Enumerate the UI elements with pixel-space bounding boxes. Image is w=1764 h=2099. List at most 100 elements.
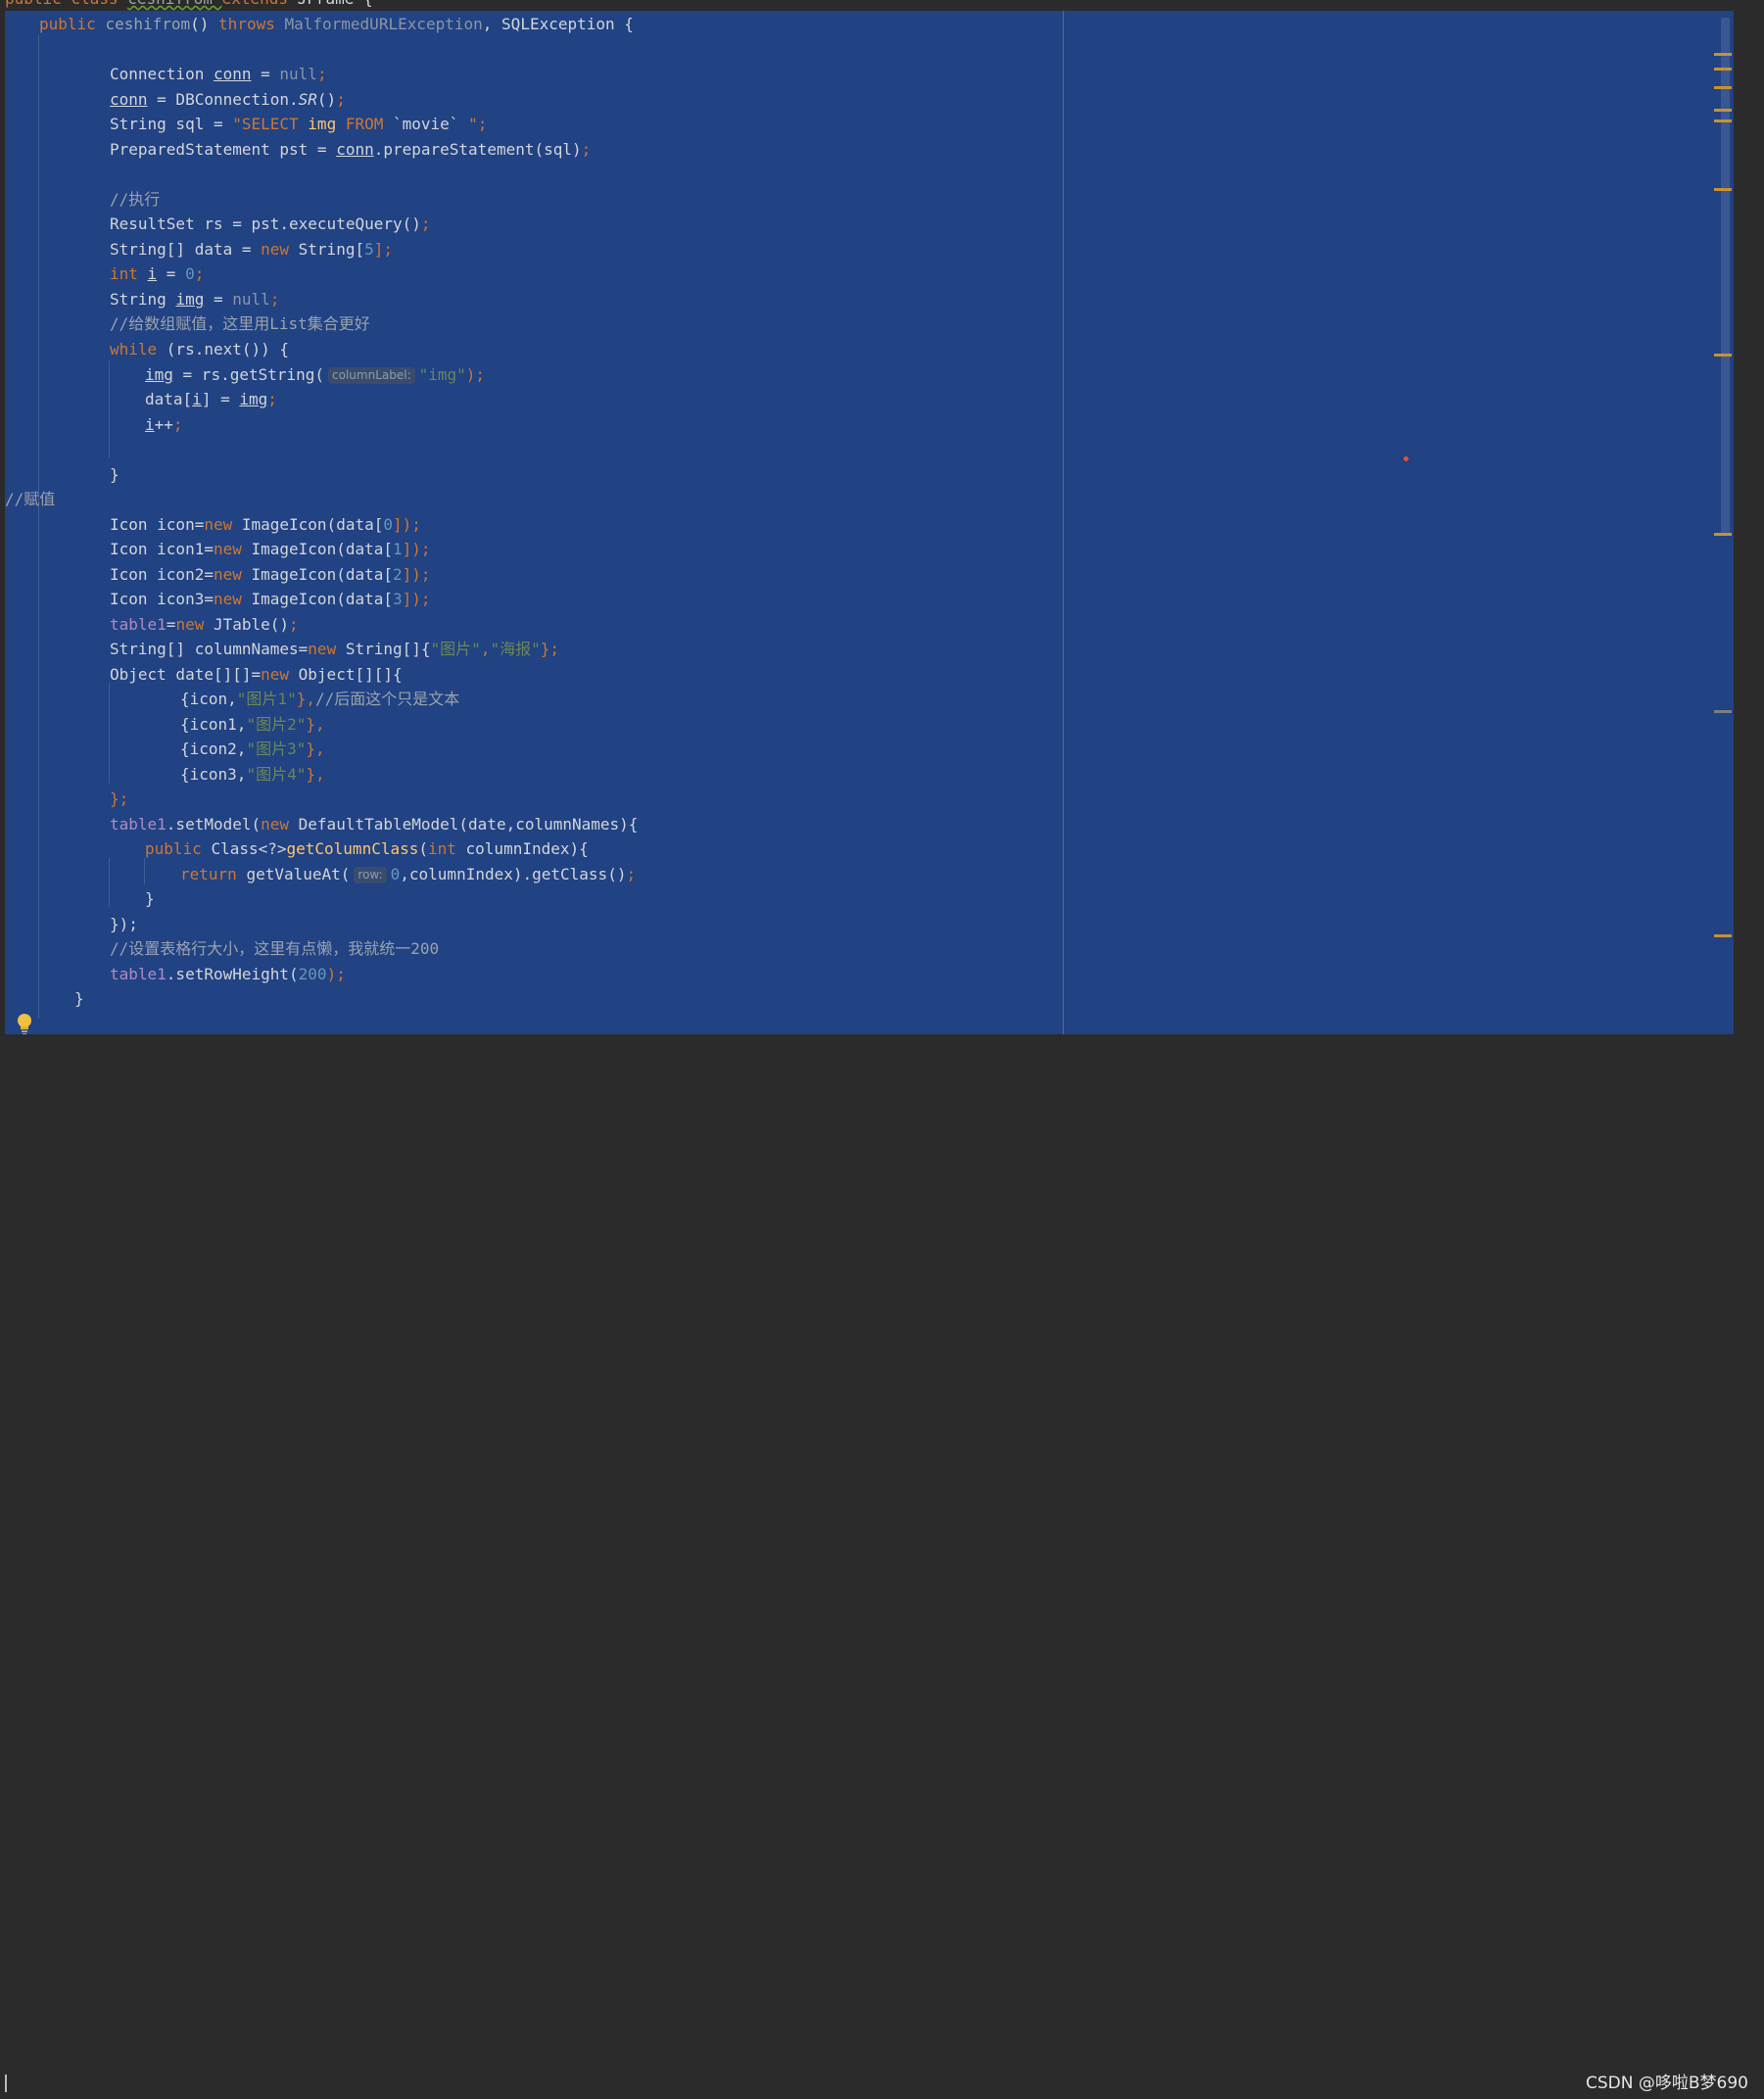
indent-guide bbox=[144, 858, 145, 884]
code-token: ImageIcon(data[ bbox=[251, 540, 394, 558]
warning-marker[interactable] bbox=[1714, 533, 1732, 536]
code-comment: //给数组赋值，这里用List集合更好 bbox=[110, 314, 370, 333]
warning-marker[interactable] bbox=[1714, 354, 1732, 357]
code-token: img bbox=[239, 390, 268, 408]
warning-marker[interactable] bbox=[1714, 86, 1732, 89]
code-token: ); bbox=[326, 965, 346, 983]
code-token: JTable() bbox=[213, 615, 290, 634]
code-line: int i = 0; bbox=[110, 262, 204, 286]
code-token: DefaultTableModel(date,columnNames){ bbox=[298, 815, 639, 834]
code-token: int bbox=[428, 839, 466, 858]
code-token: "图片" bbox=[430, 640, 481, 658]
code-token: i bbox=[145, 415, 155, 434]
code-token: Icon icon= bbox=[110, 515, 205, 534]
code-token: data[ bbox=[145, 390, 193, 408]
code-token: ceshifrom bbox=[127, 0, 221, 8]
code-line: public ceshifrom() throws MalformedURLEx… bbox=[39, 12, 634, 36]
code-line: Icon icon1=new ImageIcon(data[1]); bbox=[110, 537, 431, 561]
code-token: .prepareStatement(sql) bbox=[373, 140, 582, 159]
code-token: ; bbox=[194, 264, 205, 283]
code-token: class bbox=[71, 0, 127, 8]
code-token: new bbox=[213, 590, 252, 608]
error-marker bbox=[1404, 456, 1408, 461]
code-token: null bbox=[279, 65, 317, 83]
code-token: new bbox=[308, 640, 346, 658]
code-token: "; bbox=[468, 115, 488, 133]
code-token: ImageIcon(data[ bbox=[251, 590, 394, 608]
code-line: } bbox=[110, 465, 119, 484]
code-token: 1 bbox=[393, 540, 403, 558]
code-token: = bbox=[204, 290, 233, 309]
code-token: ; bbox=[289, 615, 299, 634]
code-editor[interactable]: public ceshifrom() throws MalformedURLEx… bbox=[0, 0, 1764, 1065]
code-line: }); bbox=[110, 915, 138, 933]
code-line: {icon2,"图片3"}, bbox=[180, 737, 325, 761]
code-token: Connection bbox=[110, 65, 214, 83]
code-token: ]); bbox=[402, 565, 431, 584]
code-token: ResultSet rs = pst.executeQuery() bbox=[110, 215, 421, 233]
text-caret bbox=[5, 2075, 7, 2092]
left-gutter[interactable] bbox=[0, 11, 5, 1034]
code-token: .setRowHeight( bbox=[166, 965, 299, 983]
code-token: ceshifrom bbox=[105, 15, 191, 33]
code-token: ,columnIndex).getClass() bbox=[400, 865, 627, 883]
info-marker[interactable] bbox=[1714, 710, 1732, 713]
code-line: Icon icon2=new ImageIcon(data[2]); bbox=[110, 562, 431, 587]
code-line: table1.setRowHeight(200); bbox=[110, 962, 346, 986]
code-token: while bbox=[110, 340, 167, 358]
code-token: ; bbox=[420, 215, 431, 233]
code-token: ; bbox=[626, 865, 637, 883]
code-token: 0 bbox=[390, 865, 401, 883]
code-token: ]); bbox=[402, 590, 431, 608]
warning-marker[interactable] bbox=[1714, 934, 1732, 937]
code-token: ]); bbox=[393, 515, 421, 534]
scrollbar-thumb[interactable] bbox=[1721, 18, 1730, 535]
code-token: i bbox=[192, 390, 202, 408]
code-token: Icon icon3= bbox=[110, 590, 214, 608]
error-stripe-gutter[interactable] bbox=[1734, 11, 1764, 1034]
code-comment: //执行 bbox=[110, 190, 161, 209]
code-line: conn = DBConnection.SR(); bbox=[110, 87, 346, 112]
warning-marker[interactable] bbox=[1714, 188, 1732, 191]
code-token: i bbox=[147, 264, 158, 283]
right-margin-line bbox=[1063, 0, 1064, 1065]
code-token: table1 bbox=[110, 815, 167, 834]
code-token: {icon1, bbox=[180, 715, 247, 734]
code-token: String bbox=[110, 290, 176, 309]
code-line: return getValueAt(row: 0,columnIndex).get… bbox=[180, 862, 636, 886]
watermark-text: CSDN @哆啦B梦690 bbox=[1586, 2074, 1748, 2093]
code-token: }, bbox=[306, 739, 325, 758]
warning-marker[interactable] bbox=[1714, 53, 1732, 56]
code-token: }, bbox=[306, 765, 325, 784]
indent-guide bbox=[109, 683, 110, 784]
code-line: String sql = "SELECT img FROM `movie` "; bbox=[110, 112, 487, 136]
code-token: new bbox=[261, 240, 299, 259]
code-token: PreparedStatement pst = bbox=[110, 140, 337, 159]
warning-marker[interactable] bbox=[1714, 68, 1732, 71]
code-token: {icon2, bbox=[180, 739, 247, 758]
code-token: () bbox=[316, 90, 337, 109]
code-line: String[] data = new String[5]; bbox=[110, 237, 393, 262]
code-token: extends bbox=[222, 0, 298, 8]
code-token: ; bbox=[269, 290, 280, 309]
code-token: columnIndex){ bbox=[465, 839, 589, 858]
code-token: img bbox=[145, 365, 173, 384]
code-token: conn bbox=[336, 140, 374, 159]
code-token: , bbox=[480, 640, 491, 658]
code-token: ]; bbox=[373, 240, 393, 259]
bottom-bar: CSDN @哆啦B梦690 bbox=[0, 1034, 1764, 2093]
code-token: 2 bbox=[393, 565, 403, 584]
code-line: while (rs.next()) { bbox=[110, 337, 289, 361]
code-token: Object[][]{ bbox=[298, 665, 403, 684]
code-token: Class<?> bbox=[211, 839, 287, 858]
warning-marker[interactable] bbox=[1714, 109, 1732, 112]
code-line: {icon3,"图片4"}, bbox=[180, 762, 325, 787]
code-token: conn bbox=[110, 90, 148, 109]
code-line: } bbox=[74, 989, 84, 1008]
code-token: = bbox=[166, 615, 176, 634]
warning-marker[interactable] bbox=[1714, 119, 1732, 122]
code-token: ( bbox=[418, 839, 428, 858]
code-line: img = rs.getString(columnLabel: "img"); bbox=[145, 362, 485, 387]
code-token: () bbox=[190, 15, 219, 33]
code-token: "图片3" bbox=[246, 739, 307, 758]
